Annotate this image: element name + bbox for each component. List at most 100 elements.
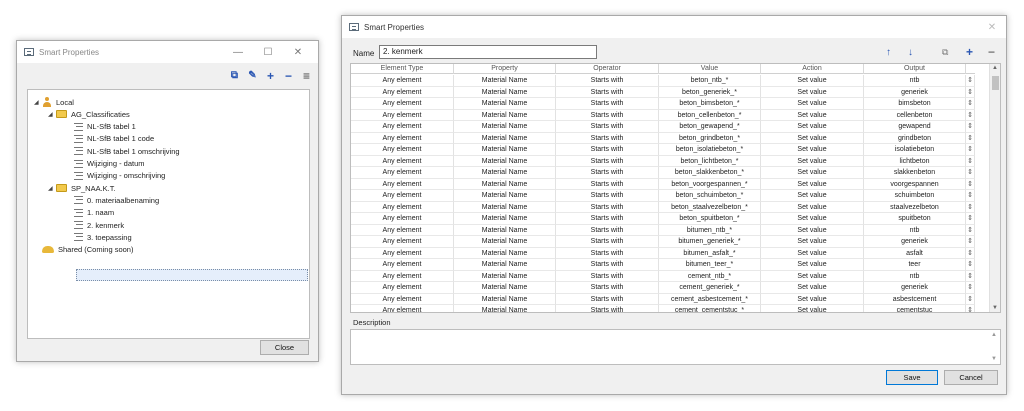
table-row[interactable]: Any element Material Name Starts with cemen… <box>351 293 975 305</box>
action-cell[interactable]: Set value <box>761 167 864 179</box>
tree-node[interactable]: NL-SfB tabel 1 omschrijving <box>66 145 180 157</box>
reorder-handle-icon[interactable]: ⇕ <box>966 201 975 213</box>
property-cell[interactable]: Material Name <box>454 132 556 144</box>
description-textarea[interactable]: ▲ ▼ <box>350 329 1001 365</box>
action-cell[interactable]: Set value <box>761 259 864 271</box>
expand-arrow-icon[interactable]: ◢ <box>48 111 56 118</box>
close-window-button[interactable]: ✕ <box>978 16 1006 38</box>
output-cell[interactable]: cementstuc <box>864 305 966 312</box>
table-row[interactable]: Any element Material Name Starts with beton… <box>351 201 975 213</box>
table-row[interactable]: Any element Material Name Starts with beton… <box>351 144 975 156</box>
menu-icon[interactable]: ≡ <box>301 70 312 82</box>
reorder-handle-icon[interactable]: ⇕ <box>966 190 975 202</box>
output-cell[interactable]: slakkenbeton <box>864 167 966 179</box>
reorder-handle-icon[interactable]: ⇕ <box>966 144 975 156</box>
operator-cell[interactable]: Starts with <box>556 190 659 202</box>
add-icon[interactable]: + <box>966 45 973 59</box>
property-cell[interactable]: Material Name <box>454 98 556 110</box>
minimize-button[interactable]: — <box>224 41 252 63</box>
cancel-button[interactable]: Cancel <box>944 370 998 385</box>
table-row[interactable]: Any element Material Name Starts with beton… <box>351 121 975 133</box>
output-cell[interactable]: schuimbeton <box>864 190 966 202</box>
operator-cell[interactable]: Starts with <box>556 224 659 236</box>
close-button[interactable]: Close <box>260 340 309 355</box>
tree-node[interactable]: Wijziging - omschrijving <box>66 170 165 182</box>
property-cell[interactable]: Material Name <box>454 75 556 87</box>
element-type-cell[interactable]: Any element <box>351 293 454 305</box>
maximize-button[interactable]: ☐ <box>254 41 282 63</box>
value-cell[interactable]: bitumen_generiek_* <box>659 236 761 248</box>
output-cell[interactable]: bimsbeton <box>864 98 966 110</box>
tree-node[interactable]: 1. naam <box>66 207 114 219</box>
reorder-handle-icon[interactable]: ⇕ <box>966 305 975 312</box>
property-cell[interactable]: Material Name <box>454 155 556 167</box>
output-cell[interactable]: generiek <box>864 236 966 248</box>
move-up-icon[interactable]: ↑ <box>886 47 891 58</box>
output-cell[interactable]: asfalt <box>864 247 966 259</box>
action-cell[interactable]: Set value <box>761 305 864 312</box>
action-cell[interactable]: Set value <box>761 98 864 110</box>
reorder-handle-icon[interactable]: ⇕ <box>966 224 975 236</box>
output-cell[interactable]: grindbeton <box>864 132 966 144</box>
property-cell[interactable]: Material Name <box>454 178 556 190</box>
output-cell[interactable]: gewapend <box>864 121 966 133</box>
tree-node[interactable]: 2. kenmerk <box>66 219 124 231</box>
value-cell[interactable]: beton_isolatiebeton_* <box>659 144 761 156</box>
column-header[interactable]: Output <box>864 64 966 74</box>
operator-cell[interactable]: Starts with <box>556 293 659 305</box>
reorder-handle-icon[interactable]: ⇕ <box>966 293 975 305</box>
property-cell[interactable]: Material Name <box>454 247 556 259</box>
move-down-icon[interactable]: ↓ <box>908 47 913 58</box>
operator-cell[interactable]: Starts with <box>556 259 659 271</box>
output-cell[interactable]: staalvezelbeton <box>864 201 966 213</box>
output-cell[interactable]: ntb <box>864 224 966 236</box>
element-type-cell[interactable]: Any element <box>351 305 454 312</box>
action-cell[interactable]: Set value <box>761 293 864 305</box>
reorder-handle-icon[interactable]: ⇕ <box>966 109 975 121</box>
action-cell[interactable]: Set value <box>761 270 864 282</box>
remove-icon[interactable]: − <box>283 70 294 82</box>
operator-cell[interactable]: Starts with <box>556 109 659 121</box>
element-type-cell[interactable]: Any element <box>351 109 454 121</box>
element-type-cell[interactable]: Any element <box>351 247 454 259</box>
operator-cell[interactable]: Starts with <box>556 75 659 87</box>
action-cell[interactable]: Set value <box>761 132 864 144</box>
add-icon[interactable]: + <box>265 70 276 82</box>
table-row[interactable]: Any element Material Name Starts with beton… <box>351 190 975 202</box>
operator-cell[interactable]: Starts with <box>556 178 659 190</box>
element-type-cell[interactable]: Any element <box>351 213 454 225</box>
element-type-cell[interactable]: Any element <box>351 98 454 110</box>
element-type-cell[interactable]: Any element <box>351 167 454 179</box>
tree-node[interactable]: 3. toepassing <box>66 231 132 243</box>
property-cell[interactable]: Material Name <box>454 201 556 213</box>
scroll-down-icon[interactable]: ▼ <box>991 356 997 362</box>
element-type-cell[interactable]: Any element <box>351 178 454 190</box>
reorder-handle-icon[interactable]: ⇕ <box>966 178 975 190</box>
reorder-handle-icon[interactable]: ⇕ <box>966 282 975 294</box>
edit-icon[interactable]: ✎ <box>247 70 258 81</box>
operator-cell[interactable]: Starts with <box>556 144 659 156</box>
reorder-handle-icon[interactable]: ⇕ <box>966 270 975 282</box>
action-cell[interactable]: Set value <box>761 213 864 225</box>
table-row[interactable]: Any element Material Name Starts with cemen… <box>351 270 975 282</box>
property-cell[interactable]: Material Name <box>454 293 556 305</box>
value-cell[interactable]: bitumen_teer_* <box>659 259 761 271</box>
column-header[interactable]: Property <box>454 64 556 74</box>
value-cell[interactable]: beton_spuitbeton_* <box>659 213 761 225</box>
value-cell[interactable]: beton_lichtbeton_* <box>659 155 761 167</box>
value-cell[interactable]: beton_staalvezelbeton_* <box>659 201 761 213</box>
value-cell[interactable]: beton_slakkenbeton_* <box>659 167 761 179</box>
rules-grid[interactable]: Element Type Property Operator Value Act… <box>350 63 1001 313</box>
reorder-handle-icon[interactable]: ⇕ <box>966 247 975 259</box>
property-cell[interactable]: Material Name <box>454 190 556 202</box>
value-cell[interactable]: beton_cellenbeton_* <box>659 109 761 121</box>
scrollbar-thumb[interactable] <box>992 76 999 90</box>
value-cell[interactable]: beton_generiek_* <box>659 86 761 98</box>
property-cell[interactable]: Material Name <box>454 224 556 236</box>
output-cell[interactable]: ntb <box>864 75 966 87</box>
tree-node[interactable]: Shared (Coming soon) <box>34 244 133 256</box>
action-cell[interactable]: Set value <box>761 201 864 213</box>
operator-cell[interactable]: Starts with <box>556 236 659 248</box>
smart-properties-tree[interactable]: ◢ Local ◢ AG_Classificaties NL-SfB tabel 1 NL… <box>27 89 310 339</box>
value-cell[interactable]: beton_grindbeton_* <box>659 132 761 144</box>
